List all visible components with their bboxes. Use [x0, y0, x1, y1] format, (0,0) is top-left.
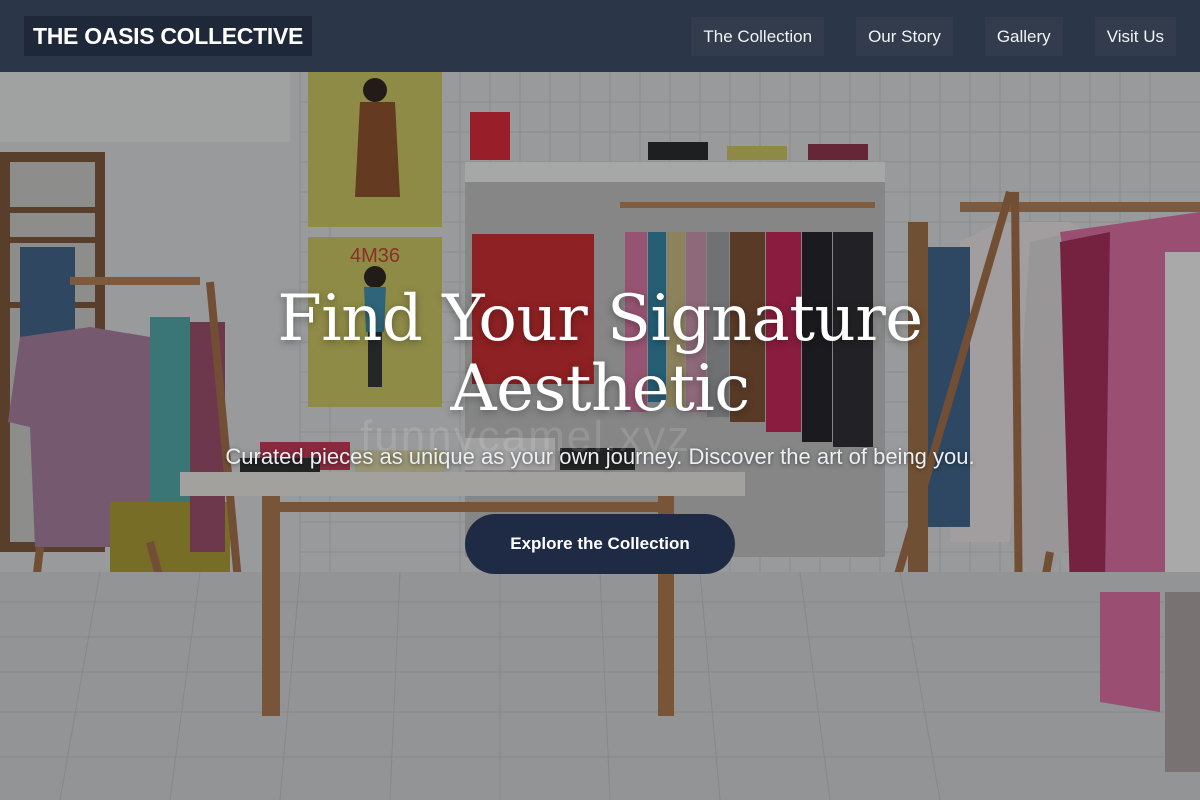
nav-item-collection[interactable]: The Collection	[691, 16, 825, 56]
hero-title: Find Your Signature Aesthetic	[277, 282, 923, 426]
explore-collection-button[interactable]: Explore the Collection	[465, 514, 735, 574]
nav-item-visit-us[interactable]: Visit Us	[1094, 16, 1176, 56]
nav-links: The Collection Our Story Gallery Visit U…	[691, 16, 1176, 56]
top-nav: THE OASIS COLLECTIVE The Collection Our …	[0, 0, 1200, 72]
brand-logo[interactable]: THE OASIS COLLECTIVE	[24, 16, 313, 56]
hero-content: Find Your Signature Aesthetic Curated pi…	[0, 72, 1200, 800]
hero-section: 4M36 Find Your Signature Aesthetic Curat…	[0, 72, 1200, 800]
nav-item-our-story[interactable]: Our Story	[856, 16, 953, 56]
nav-item-gallery[interactable]: Gallery	[984, 16, 1063, 56]
hero-subtitle: Curated pieces as unique as your own jou…	[225, 444, 975, 469]
